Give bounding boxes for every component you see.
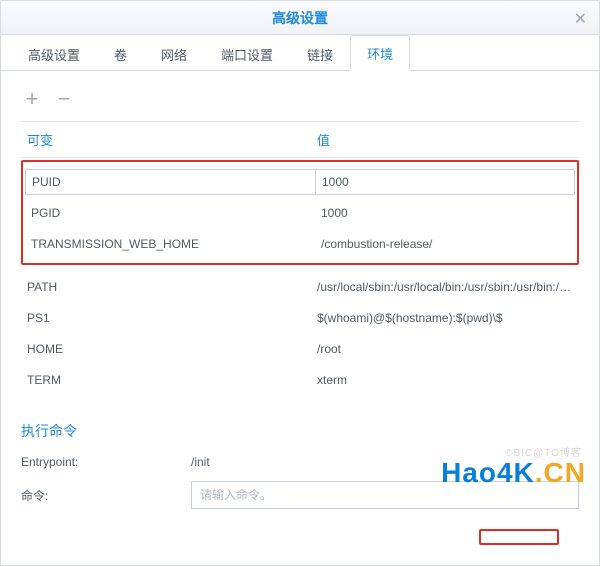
env-table: 可变 值 PGID 1000 TRANSMISSION_WEB_HOME /co… bbox=[21, 121, 579, 395]
env-key: PGID bbox=[25, 206, 315, 220]
env-key: TERM bbox=[21, 373, 311, 387]
env-key: TRANSMISSION_WEB_HOME bbox=[25, 237, 315, 251]
env-key-input[interactable] bbox=[25, 169, 315, 195]
remove-icon[interactable]: − bbox=[53, 89, 75, 109]
col-header-variable[interactable]: 可变 bbox=[21, 122, 311, 157]
table-row[interactable]: TRANSMISSION_WEB_HOME /combustion-releas… bbox=[25, 228, 575, 259]
table-row[interactable]: PS1 $(whoami)@$(hostname):$(pwd)\$ bbox=[21, 302, 579, 333]
tab-ports[interactable]: 端口设置 bbox=[204, 36, 290, 71]
col-header-value[interactable]: 值 bbox=[311, 122, 579, 157]
env-value: $(whoami)@$(hostname):$(pwd)\$ bbox=[311, 311, 579, 325]
env-value: /combustion-release/ bbox=[315, 237, 575, 251]
table-row[interactable]: PATH /usr/local/sbin:/usr/local/bin:/usr… bbox=[21, 271, 579, 302]
dialog-header: 高级设置 ✕ bbox=[1, 1, 599, 35]
entrypoint-value: /init bbox=[191, 455, 210, 469]
table-row[interactable]: TERM xterm bbox=[21, 364, 579, 395]
env-key: PS1 bbox=[21, 311, 311, 325]
entrypoint-label: Entrypoint: bbox=[21, 455, 191, 469]
tab-volume[interactable]: 卷 bbox=[97, 36, 144, 71]
env-value: /root bbox=[311, 342, 579, 356]
env-value: 1000 bbox=[315, 206, 575, 220]
watermark: Hao4K.CN bbox=[441, 457, 586, 489]
highlight-annotation bbox=[479, 529, 559, 545]
env-key: HOME bbox=[21, 342, 311, 356]
tab-network[interactable]: 网络 bbox=[144, 36, 204, 71]
tab-links[interactable]: 链接 bbox=[290, 36, 350, 71]
action-bar: + − bbox=[21, 83, 579, 121]
env-key: PATH bbox=[21, 280, 311, 294]
tabs: 高级设置 卷 网络 端口设置 链接 环境 bbox=[1, 35, 599, 71]
env-value-input[interactable] bbox=[315, 169, 575, 195]
command-label: 命令: bbox=[21, 487, 191, 504]
env-value: xterm bbox=[311, 373, 579, 387]
table-row[interactable] bbox=[25, 166, 575, 197]
dialog-footer bbox=[21, 521, 579, 545]
watermark-text-1: Hao4K bbox=[441, 457, 535, 488]
dialog-title: 高级设置 bbox=[272, 8, 328, 28]
tab-content: + − 可变 值 PGID 1000 TRANSMISSION_WEB_HOME bbox=[1, 71, 599, 565]
highlight-annotation: PGID 1000 TRANSMISSION_WEB_HOME /combust… bbox=[21, 160, 579, 265]
table-row[interactable]: PGID 1000 bbox=[25, 197, 575, 228]
watermark-text-2: .CN bbox=[535, 457, 586, 488]
add-icon[interactable]: + bbox=[21, 89, 43, 109]
table-header: 可变 值 bbox=[21, 121, 579, 158]
close-icon[interactable]: ✕ bbox=[574, 9, 587, 29]
env-value: /usr/local/sbin:/usr/local/bin:/usr/sbin… bbox=[311, 280, 579, 294]
tab-advanced[interactable]: 高级设置 bbox=[11, 36, 97, 71]
table-row[interactable]: HOME /root bbox=[21, 333, 579, 364]
tab-environment[interactable]: 环境 bbox=[350, 35, 410, 71]
exec-section-title: 执行命令 bbox=[21, 421, 579, 441]
